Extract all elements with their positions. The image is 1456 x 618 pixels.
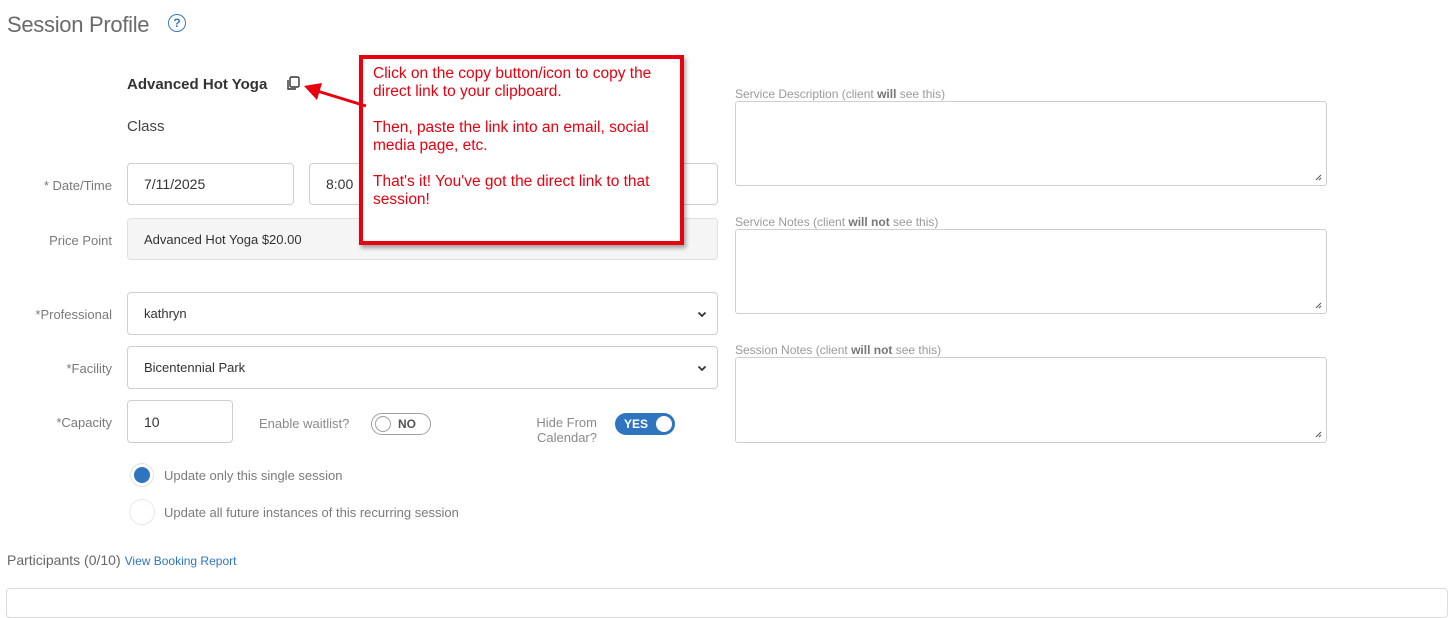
participants-header: Participants (0/10) View Booking Report <box>7 552 236 568</box>
date-value: 7/11/2025 <box>144 176 206 192</box>
copy-icon[interactable] <box>286 76 300 91</box>
label-prefix: Service Notes (client <box>735 215 849 229</box>
price-point-label: Price Point <box>49 233 112 248</box>
facility-select[interactable]: Bicentennial Park <box>127 346 718 389</box>
participants-count: Participants (0/10) <box>7 552 121 568</box>
label-emphasis: will not <box>851 343 893 357</box>
service-notes-textarea[interactable] <box>735 229 1327 314</box>
service-description-label: Service Description (client will see thi… <box>735 87 945 101</box>
price-point-value: Advanced Hot Yoga $20.00 <box>144 231 302 247</box>
session-notes-label: Session Notes (client will not see this) <box>735 343 941 357</box>
chevron-down-icon <box>697 365 707 371</box>
hide-calendar-state: YES <box>624 417 649 431</box>
hide-calendar-toggle[interactable]: YES <box>615 413 675 435</box>
capacity-label: *Capacity <box>56 415 112 430</box>
radio-all-future[interactable] <box>129 499 155 525</box>
professional-select[interactable]: kathryn <box>127 292 718 335</box>
service-notes-label: Service Notes (client will not see this) <box>735 215 938 229</box>
waitlist-state: NO <box>398 417 416 431</box>
resize-grip-icon[interactable] <box>1314 173 1322 181</box>
callout-arrow-icon <box>304 83 367 108</box>
resize-grip-icon[interactable] <box>1314 430 1322 438</box>
callout-line-3: That's it! You've got the direct link to… <box>373 173 650 208</box>
professional-value: kathryn <box>144 306 187 321</box>
datetime-label: * Date/Time <box>43 178 112 193</box>
label-prefix: Service Description (client <box>735 87 878 101</box>
label-emphasis: will <box>877 87 897 101</box>
callout-line-1: Click on the copy button/icon to copy th… <box>373 65 652 100</box>
page-title: Session Profile <box>7 12 150 37</box>
time-value: 8:00 <box>326 176 354 192</box>
session-type: Class <box>127 118 165 135</box>
label-suffix: see this) <box>892 343 942 357</box>
waitlist-toggle[interactable]: NO <box>371 413 431 435</box>
session-notes-textarea[interactable] <box>735 357 1327 443</box>
radio-all-future-label: Update all future instances of this recu… <box>164 505 459 520</box>
waitlist-label: Enable waitlist? <box>259 416 350 431</box>
professional-label: *Professional <box>35 307 112 322</box>
radio-single-session[interactable] <box>131 464 153 486</box>
capacity-input[interactable]: 10 <box>127 400 233 443</box>
annotation-callout: Click on the copy button/icon to copy th… <box>359 55 684 245</box>
capacity-value: 10 <box>144 413 160 430</box>
facility-label: *Facility <box>66 361 112 376</box>
date-input[interactable]: 7/11/2025 <box>127 163 294 205</box>
participants-panel <box>6 588 1448 618</box>
label-prefix: Session Notes (client <box>735 343 852 357</box>
question-circle-icon[interactable]: ? <box>168 14 186 32</box>
facility-value: Bicentennial Park <box>144 360 246 375</box>
session-name: Advanced Hot Yoga <box>127 76 268 93</box>
label-suffix: see this) <box>896 87 946 101</box>
hide-calendar-label-line2: Calendar? <box>537 430 597 445</box>
view-booking-report-link[interactable]: View Booking Report <box>125 554 237 568</box>
label-suffix: see this) <box>889 215 939 229</box>
hide-calendar-label-line1: Hide From <box>536 415 597 430</box>
radio-single-session-label: Update only this single session <box>164 468 343 483</box>
service-description-textarea[interactable] <box>735 101 1327 186</box>
resize-grip-icon[interactable] <box>1314 301 1322 309</box>
label-emphasis: will not <box>848 215 890 229</box>
hide-calendar-label: Hide From Calendar? <box>520 415 597 445</box>
toggle-knob <box>375 416 391 432</box>
toggle-knob <box>656 416 672 432</box>
chevron-down-icon <box>697 311 707 317</box>
callout-line-2: Then, paste the link into an email, soci… <box>373 119 649 154</box>
